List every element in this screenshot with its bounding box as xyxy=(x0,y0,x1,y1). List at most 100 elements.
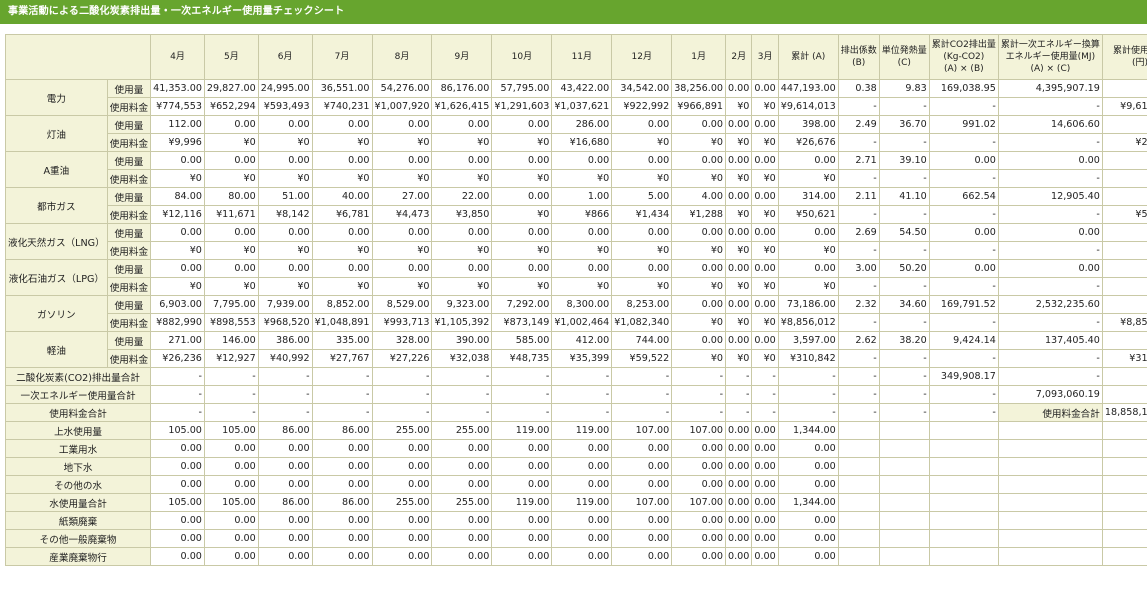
data-cell[interactable]: - xyxy=(311,385,373,404)
data-cell[interactable]: 0.00 xyxy=(997,259,1103,278)
data-cell[interactable]: 112.00 xyxy=(150,115,205,134)
data-cell[interactable]: ¥0 xyxy=(311,133,373,152)
data-cell[interactable]: ¥26,236 xyxy=(150,349,205,368)
data-cell[interactable]: 0.00 xyxy=(491,457,553,476)
data-cell[interactable]: ¥0 xyxy=(257,169,313,188)
data-cell[interactable]: ¥0 xyxy=(491,205,553,224)
data-cell[interactable]: 0.00 xyxy=(725,331,753,350)
data-cell[interactable]: 24,995.00 xyxy=(257,79,313,98)
data-cell[interactable]: 0.00 xyxy=(751,529,779,548)
data-cell[interactable]: - xyxy=(1101,385,1147,404)
data-cell[interactable]: 0.00 xyxy=(311,151,373,170)
data-cell[interactable]: 0.00 xyxy=(725,457,753,476)
data-cell[interactable]: 0.00 xyxy=(371,151,433,170)
data-cell[interactable]: 4.00 xyxy=(671,187,727,206)
data-cell[interactable]: ¥0 xyxy=(751,169,779,188)
data-cell[interactable]: ¥0 xyxy=(431,277,493,296)
data-cell[interactable]: - xyxy=(1101,295,1147,314)
data-cell[interactable]: 0.00 xyxy=(751,511,779,530)
data-cell[interactable]: ¥0 xyxy=(491,169,553,188)
data-cell[interactable]: ¥968,520 xyxy=(257,313,313,332)
data-cell[interactable]: ¥593,493 xyxy=(257,97,313,116)
data-cell[interactable]: 9,323.00 xyxy=(431,295,493,314)
data-cell[interactable]: - xyxy=(1101,115,1147,134)
data-cell[interactable]: ¥774,553 xyxy=(150,97,205,116)
data-cell[interactable]: ¥0 xyxy=(150,241,205,260)
data-cell[interactable]: ¥32,038 xyxy=(431,349,493,368)
data-cell[interactable]: 7,093,060.19 xyxy=(997,385,1103,404)
data-cell[interactable]: 2.62 xyxy=(837,331,880,350)
data-cell[interactable]: 0.00 xyxy=(671,331,727,350)
data-cell[interactable]: 0.00 xyxy=(257,457,313,476)
data-cell[interactable]: - xyxy=(837,403,880,422)
data-cell[interactable]: 412.00 xyxy=(551,331,613,350)
data-cell[interactable]: 86.00 xyxy=(257,421,313,440)
data-cell[interactable]: - xyxy=(725,385,753,404)
data-cell[interactable]: ¥1,007,920 xyxy=(371,97,433,116)
data-cell[interactable]: 0.00 xyxy=(671,439,727,458)
data-cell[interactable]: 8,529.00 xyxy=(371,295,433,314)
data-cell[interactable]: 107.00 xyxy=(611,421,673,440)
data-cell[interactable]: 119.00 xyxy=(551,421,613,440)
data-cell[interactable]: 286.00 xyxy=(551,115,613,134)
data-cell[interactable]: 0.00 xyxy=(150,511,205,530)
data-cell[interactable]: 0.00 xyxy=(491,439,553,458)
data-cell[interactable]: - xyxy=(671,367,727,386)
data-cell[interactable]: - xyxy=(878,277,930,296)
data-cell[interactable]: 2.69 xyxy=(837,223,880,242)
data-cell[interactable]: ¥0 xyxy=(371,169,433,188)
data-cell[interactable]: - xyxy=(551,367,613,386)
data-cell[interactable]: 0.00 xyxy=(725,259,753,278)
data-cell[interactable]: ¥993,713 xyxy=(371,313,433,332)
data-cell[interactable]: - xyxy=(1101,259,1147,278)
data-cell[interactable]: - xyxy=(837,385,880,404)
data-cell[interactable]: ¥0 xyxy=(611,241,673,260)
data-cell[interactable]: ¥0 xyxy=(777,241,839,260)
data-cell[interactable]: ¥1,048,891 xyxy=(311,313,373,332)
data-cell[interactable]: 54,276.00 xyxy=(371,79,433,98)
data-cell[interactable]: - xyxy=(431,385,493,404)
data-cell[interactable]: 0.00 xyxy=(611,457,673,476)
data-cell[interactable]: 0.00 xyxy=(491,151,553,170)
data-cell[interactable]: 0.00 xyxy=(611,511,673,530)
data-cell[interactable]: - xyxy=(928,241,999,260)
data-cell[interactable]: 0.00 xyxy=(751,493,779,512)
data-cell[interactable]: 0.00 xyxy=(751,295,779,314)
data-cell[interactable]: 0.00 xyxy=(777,529,839,548)
data-cell[interactable]: 1,344.00 xyxy=(777,421,839,440)
data-cell[interactable]: 0.00 xyxy=(751,187,779,206)
data-cell[interactable]: 0.00 xyxy=(671,295,727,314)
data-cell[interactable]: 0.00 xyxy=(203,547,259,566)
data-cell[interactable]: ¥0 xyxy=(551,169,613,188)
data-cell[interactable]: 0.00 xyxy=(371,529,433,548)
data-cell[interactable]: 0.00 xyxy=(611,547,673,566)
data-cell[interactable]: 744.00 xyxy=(611,331,673,350)
data-cell[interactable]: 0.00 xyxy=(431,457,493,476)
data-cell[interactable]: 29,827.00 xyxy=(203,79,259,98)
data-cell[interactable]: 0.00 xyxy=(777,457,839,476)
data-cell[interactable]: ¥0 xyxy=(203,133,259,152)
data-cell[interactable]: 0.00 xyxy=(371,115,433,134)
data-cell[interactable]: - xyxy=(997,277,1103,296)
data-cell[interactable]: 349,908.17 xyxy=(928,367,999,386)
data-cell[interactable]: 0.00 xyxy=(725,547,753,566)
data-cell[interactable]: 0.00 xyxy=(203,457,259,476)
data-cell[interactable]: ¥0 xyxy=(203,169,259,188)
data-cell[interactable]: 447,193.00 xyxy=(777,79,839,98)
data-cell[interactable]: 335.00 xyxy=(311,331,373,350)
data-cell[interactable]: ¥0 xyxy=(725,133,753,152)
data-cell[interactable]: 0.00 xyxy=(150,259,205,278)
data-cell[interactable]: 0.00 xyxy=(751,259,779,278)
data-cell[interactable]: - xyxy=(878,367,930,386)
data-cell[interactable]: 3,597.00 xyxy=(777,331,839,350)
data-cell[interactable]: 39.10 xyxy=(878,151,930,170)
data-cell[interactable]: 0.00 xyxy=(611,115,673,134)
data-cell[interactable]: 255.00 xyxy=(371,421,433,440)
data-cell[interactable]: 0.00 xyxy=(257,439,313,458)
data-cell[interactable]: 0.00 xyxy=(725,421,753,440)
data-cell[interactable]: ¥59,522 xyxy=(611,349,673,368)
data-cell[interactable]: 0.00 xyxy=(777,511,839,530)
data-cell[interactable]: 0.00 xyxy=(371,457,433,476)
data-cell[interactable]: 0.00 xyxy=(551,475,613,494)
data-cell[interactable]: 0.00 xyxy=(751,421,779,440)
